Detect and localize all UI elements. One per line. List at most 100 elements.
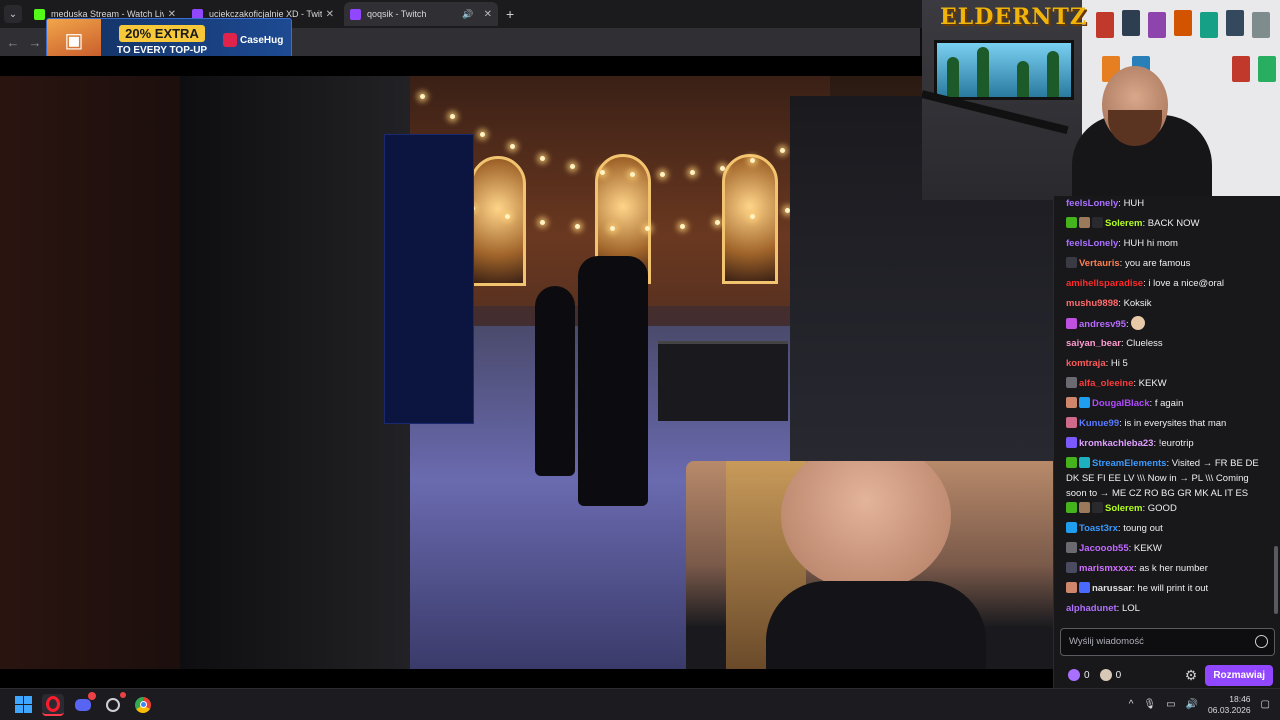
- chat-badge-icon[interactable]: [1092, 217, 1103, 228]
- chat-username[interactable]: Toast3rx: [1079, 523, 1118, 534]
- chat-badge-icon[interactable]: [1066, 257, 1077, 268]
- chat-username[interactable]: andresv95: [1079, 319, 1126, 330]
- chat-message-text: BACK NOW: [1147, 218, 1200, 229]
- chat-username[interactable]: StreamElements: [1092, 458, 1166, 469]
- bits-balance[interactable]: 0: [1068, 669, 1090, 681]
- ad-promo: 20% EXTRA TO EVERY TOP-UP: [101, 24, 223, 56]
- chat-badge-icon[interactable]: [1079, 502, 1090, 513]
- ad-headline: 20% EXTRA: [119, 24, 205, 42]
- chat-message-text: HUH hi mom: [1123, 238, 1178, 249]
- dark-pillar: [180, 76, 410, 669]
- emote-picker-icon[interactable]: [1255, 635, 1268, 648]
- microphone-icon[interactable]: 🎙: [1143, 699, 1156, 710]
- windows-start-icon[interactable]: [12, 694, 34, 716]
- chat-message: feelsLonely: HUH: [1066, 198, 1145, 209]
- steam-icon[interactable]: [102, 691, 126, 716]
- network-icon[interactable]: ▭: [1166, 699, 1175, 710]
- chat-username[interactable]: mushu9898: [1066, 298, 1118, 309]
- chat-badge-icon[interactable]: [1066, 502, 1077, 513]
- chat-badge-icon[interactable]: [1079, 397, 1090, 408]
- chat-username[interactable]: Kunue99: [1079, 418, 1119, 429]
- back-arrow-icon[interactable]: ←: [4, 35, 22, 50]
- chat-username[interactable]: alphadunet: [1066, 603, 1117, 614]
- chat-badge-icon[interactable]: [1092, 502, 1103, 513]
- new-tab-button[interactable]: +: [506, 6, 514, 22]
- clock[interactable]: 18:46 06.03.2026: [1208, 694, 1251, 716]
- chat-input-placeholder: Wyślij wiadomość: [1069, 636, 1144, 647]
- chat-username[interactable]: komtraja: [1066, 358, 1106, 369]
- chat-username[interactable]: kromkachleba23: [1079, 438, 1153, 449]
- chat-badge-icon[interactable]: [1066, 542, 1077, 553]
- chrome-icon[interactable]: [132, 694, 154, 716]
- speaker-icon[interactable]: 🔊: [462, 9, 473, 20]
- discord-notification-badge: [88, 691, 96, 700]
- chat-username[interactable]: amihellsparadise: [1066, 278, 1143, 289]
- chat-message: feelsLonely: HUH hi mom: [1066, 238, 1178, 249]
- chat-badge-icon[interactable]: [1066, 522, 1077, 533]
- discord-icon[interactable]: [72, 691, 96, 716]
- chat-badge-icon[interactable]: [1066, 397, 1077, 408]
- channel-logo: ELDERNTZ: [940, 4, 1087, 30]
- kick-favicon-icon: [34, 8, 45, 20]
- opera-icon[interactable]: [42, 693, 64, 716]
- chat-username[interactable]: DougalBlack: [1092, 398, 1150, 409]
- chat-message-text: KEKW: [1138, 378, 1167, 389]
- chevron-up-icon[interactable]: ^: [1129, 699, 1134, 710]
- chat-badge-icon[interactable]: [1079, 217, 1090, 228]
- chat-badge-icon[interactable]: [1079, 457, 1090, 468]
- chat-message-list[interactable]: feelsLonely: HUH Solerem: BACK NOW feelsLo…: [1054, 196, 1272, 624]
- streamer-webcam: ELDERNTZ: [922, 0, 1280, 200]
- bits-count: 0: [1084, 669, 1090, 681]
- chat-message: Solerem: GOOD: [1066, 501, 1268, 521]
- chat-scrollbar[interactable]: [1274, 546, 1278, 614]
- tab-menu-button[interactable]: ⌄: [4, 5, 22, 23]
- chat-message: kromkachleba23: !eurotrip: [1066, 436, 1268, 456]
- video-player[interactable]: [0, 56, 1053, 688]
- chat-message-text: he will print it out: [1137, 583, 1209, 594]
- chat-message: andresv95:: [1066, 316, 1268, 336]
- person-walking: [535, 286, 575, 476]
- chat-badge-icon[interactable]: [1066, 217, 1077, 228]
- chat-username[interactable]: Solerem: [1105, 218, 1143, 229]
- chat-badge-icon[interactable]: [1066, 437, 1077, 448]
- volume-icon[interactable]: 🔊: [1186, 699, 1198, 710]
- chat-message-text: !eurotrip: [1158, 438, 1194, 449]
- chat-username[interactable]: Solerem: [1105, 503, 1143, 514]
- chat-message: StreamElements: Visited → FR BE DE DK SE…: [1066, 457, 1259, 499]
- channel-points-icon: [1099, 669, 1112, 681]
- channel-points[interactable]: 0: [1099, 669, 1121, 681]
- chat-username[interactable]: Vertauris: [1079, 258, 1120, 269]
- close-tab-icon[interactable]: ✕: [326, 9, 334, 20]
- close-tab-icon[interactable]: ✕: [484, 9, 492, 20]
- chat-message: marismxxxx: as k her number: [1066, 561, 1268, 581]
- ad-brand-name: CaseHug: [240, 34, 284, 46]
- chat-username[interactable]: alfa_oleeine: [1079, 378, 1133, 389]
- chat-badge-icon[interactable]: [1066, 582, 1077, 593]
- chat-message-text: KEKW: [1133, 543, 1162, 554]
- chat-username[interactable]: feelsLonely: [1066, 238, 1118, 249]
- tab-qoqsik[interactable]: qoqsik - Twitch 🔊 ✕: [344, 2, 498, 26]
- string-lights: [410, 86, 840, 246]
- chat-badge-icon[interactable]: [1066, 417, 1077, 428]
- chat-message-text: toung out: [1123, 523, 1163, 534]
- chat-username[interactable]: narussar: [1092, 583, 1132, 594]
- chat-input[interactable]: Wyślij wiadomość: [1060, 628, 1275, 656]
- ad-brand: CaseHug: [223, 33, 291, 47]
- chat-username[interactable]: marismxxxx: [1079, 563, 1134, 574]
- chat-badge-icon[interactable]: [1066, 562, 1077, 573]
- chat-send-button[interactable]: Rozmawiaj: [1205, 664, 1273, 686]
- chat-message-text: f again: [1154, 398, 1184, 409]
- chat-message-text: Koksik: [1123, 298, 1152, 309]
- chat-badge-icon[interactable]: [1066, 377, 1077, 388]
- chat-username[interactable]: Jacooob55: [1079, 543, 1129, 554]
- notification-icon[interactable]: ▢: [1261, 699, 1270, 710]
- chat-badge-icon[interactable]: [1066, 457, 1077, 468]
- chat-username[interactable]: feelsLonely: [1066, 198, 1118, 209]
- twitch-favicon-icon: [350, 8, 361, 20]
- chat-username[interactable]: saiyan_bear: [1066, 338, 1121, 349]
- forward-arrow-icon[interactable]: →: [26, 35, 44, 50]
- chat-settings-gear-icon[interactable]: ⚙: [1185, 667, 1198, 684]
- tree-planter: [658, 341, 788, 421]
- chat-badge-icon[interactable]: [1079, 582, 1090, 593]
- chat-badge-icon[interactable]: [1066, 318, 1077, 329]
